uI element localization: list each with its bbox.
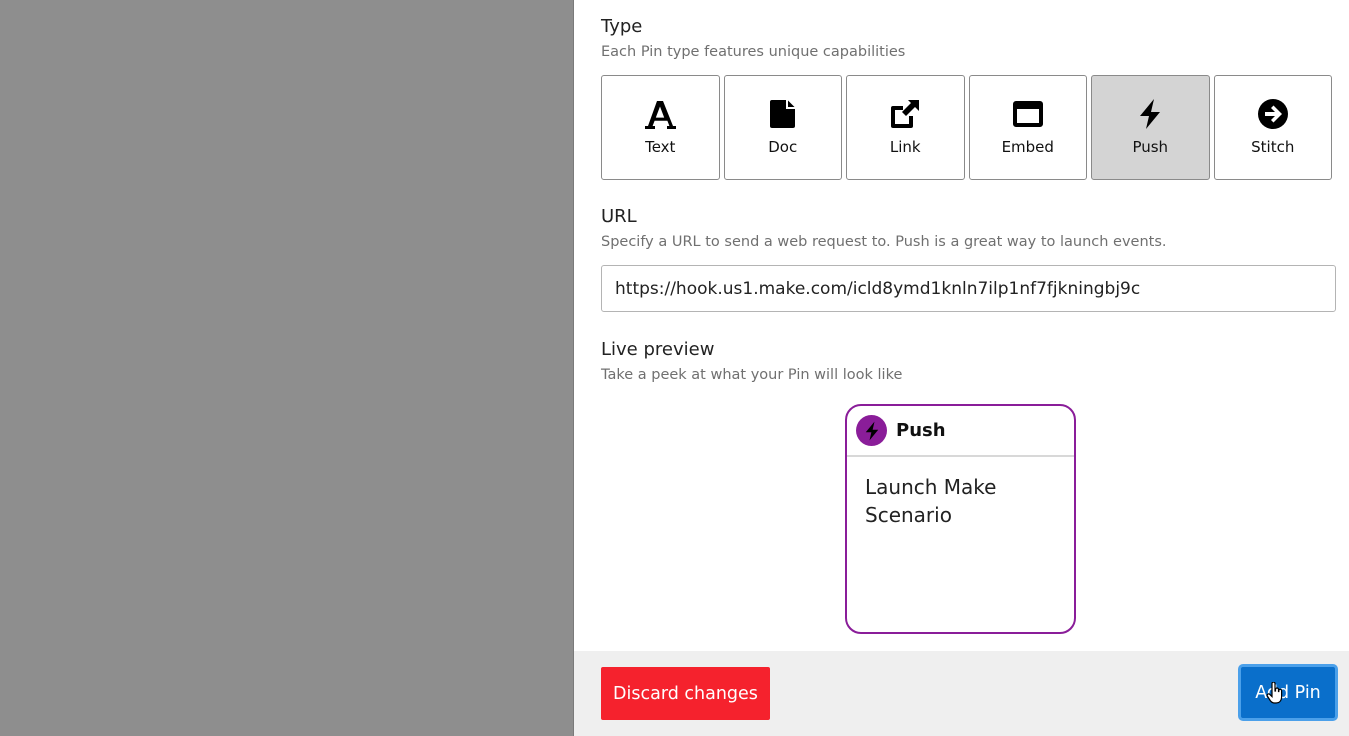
type-option-doc[interactable]: Doc [723, 75, 842, 180]
type-option-push[interactable]: Push [1091, 75, 1210, 180]
panel-footer: Discard changes Add Pin [574, 651, 1349, 736]
discard-changes-button[interactable]: Discard changes [601, 667, 770, 720]
type-option-text[interactable]: Text [601, 75, 720, 180]
pin-type-selector: Text Doc Link Embed Push Stitch [601, 75, 1332, 180]
text-icon [645, 101, 677, 129]
type-option-label: Text [645, 138, 676, 156]
pin-preview-text: Launch Make Scenario [865, 475, 997, 527]
pin-preview-header: Push [847, 406, 1074, 457]
bolt-icon [1140, 99, 1161, 129]
pin-editor-panel: Type Each Pin type features unique capab… [573, 0, 1349, 736]
type-option-label: Embed [1001, 138, 1054, 156]
type-option-label: Doc [768, 138, 798, 156]
pin-preview-icon-badge [856, 415, 887, 446]
external-link-icon [891, 100, 920, 128]
type-option-link[interactable]: Link [846, 75, 965, 180]
type-section-subtitle: Each Pin type features unique capabiliti… [601, 44, 906, 60]
doc-icon [769, 100, 795, 128]
arrow-circle-right-icon [1257, 99, 1288, 129]
preview-section-title: Live preview [601, 339, 715, 360]
add-pin-label: Add Pin [1255, 682, 1321, 703]
type-option-label: Push [1132, 138, 1169, 156]
type-option-label: Link [889, 138, 921, 156]
type-section-title: Type [601, 16, 643, 37]
embed-window-icon [1012, 101, 1043, 127]
modal-backdrop[interactable] [0, 0, 573, 736]
url-section-subtitle: Specify a URL to send a web request to. … [601, 234, 1167, 250]
add-pin-button[interactable]: Add Pin [1238, 664, 1338, 721]
type-option-embed[interactable]: Embed [968, 75, 1087, 180]
type-option-label: Stitch [1251, 138, 1295, 156]
bolt-icon [865, 421, 878, 440]
type-option-stitch[interactable]: Stitch [1213, 75, 1332, 180]
pin-preview-card: Push Launch Make Scenario [845, 404, 1076, 634]
url-input[interactable] [601, 265, 1336, 312]
url-section-title: URL [601, 206, 637, 227]
preview-section-subtitle: Take a peek at what your Pin will look l… [601, 367, 903, 383]
pin-preview-type-label: Push [896, 420, 946, 441]
